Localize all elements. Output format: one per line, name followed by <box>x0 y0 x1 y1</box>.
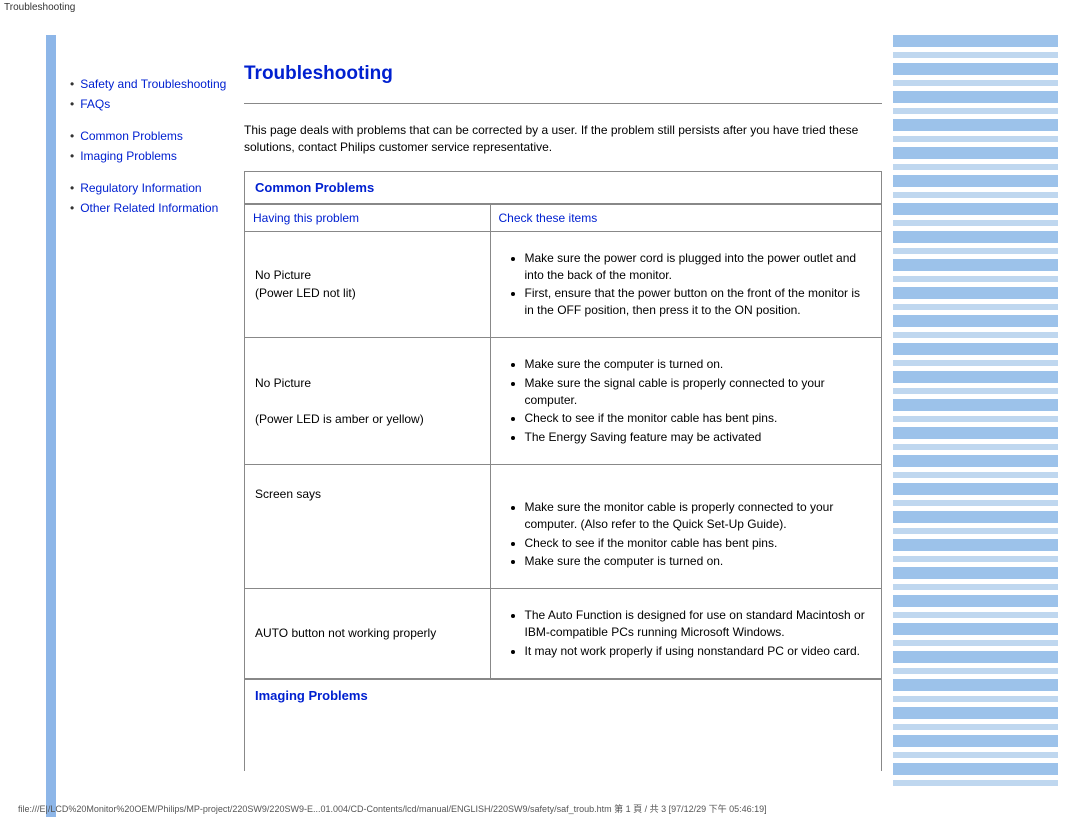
bullet-icon: • <box>70 95 74 113</box>
solution-cell: Make sure the monitor cable is properly … <box>490 464 881 588</box>
solution-cell: Make sure the power cord is plugged into… <box>490 231 881 337</box>
bullet-icon: • <box>70 147 74 165</box>
check-item: Check to see if the monitor cable has be… <box>525 535 872 552</box>
problem-cell: Screen says <box>245 464 490 588</box>
check-item: Make sure the computer is turned on. <box>525 356 872 373</box>
window-title: Troubleshooting <box>0 0 1080 15</box>
problem-line2: (Power LED is amber or yellow) <box>255 412 424 426</box>
bullet-icon: • <box>70 199 74 217</box>
right-decorative-stripes <box>893 35 1058 817</box>
table-row: No Picture (Power LED not lit) Make sure… <box>245 231 881 337</box>
section-title-common-problems: Common Problems <box>245 172 881 204</box>
problem-cell: No Picture (Power LED is amber or yellow… <box>245 337 490 464</box>
check-item: Make sure the signal cable is properly c… <box>525 375 872 409</box>
page: • Safety and Troubleshooting • FAQs • Co… <box>0 15 1080 817</box>
check-item: The Auto Function is designed for use on… <box>525 607 872 641</box>
col-check-items: Check these items <box>490 204 881 231</box>
problem-line1: AUTO button not working properly <box>255 626 436 640</box>
sidebar-item-safety[interactable]: • Safety and Troubleshooting <box>70 75 235 93</box>
sidebar-link[interactable]: Imaging Problems <box>80 147 177 165</box>
table-header-row: Having this problem Check these items <box>245 204 881 231</box>
check-list: Make sure the monitor cable is properly … <box>491 499 872 570</box>
check-list: Make sure the computer is turned on. Mak… <box>491 356 872 446</box>
intro-text: This page deals with problems that can b… <box>244 122 882 157</box>
footer-file-path: file:///E|/LCD%20Monitor%20OEM/Philips/M… <box>18 802 1068 815</box>
problem-line1: Screen says <box>255 487 321 501</box>
problem-line2: (Power LED not lit) <box>255 286 356 300</box>
sidebar-group: • Safety and Troubleshooting • FAQs <box>70 75 235 113</box>
check-item: First, ensure that the power button on t… <box>525 285 872 319</box>
main-content: Troubleshooting This page deals with pro… <box>244 63 882 771</box>
troubleshooting-table: Having this problem Check these items No… <box>245 204 881 679</box>
problem-cell: No Picture (Power LED not lit) <box>245 231 490 337</box>
sidebar-link[interactable]: Regulatory Information <box>80 179 201 197</box>
sidebar-link[interactable]: Safety and Troubleshooting <box>80 75 226 93</box>
table-row: Screen says Make sure the monitor cable … <box>245 464 881 588</box>
solution-cell: Make sure the computer is turned on. Mak… <box>490 337 881 464</box>
sidebar-link[interactable]: FAQs <box>80 95 110 113</box>
col-having-problem: Having this problem <box>245 204 490 231</box>
bullet-icon: • <box>70 127 74 145</box>
section-title-imaging-problems: Imaging Problems <box>245 679 881 711</box>
sidebar-group: • Common Problems • Imaging Problems <box>70 127 235 165</box>
bullet-icon: • <box>70 75 74 93</box>
check-item: It may not work properly if using nonsta… <box>525 643 872 660</box>
problem-line1: No Picture <box>255 376 311 390</box>
left-decorative-stripe <box>46 35 56 817</box>
check-item: The Energy Saving feature may be activat… <box>525 429 872 446</box>
sidebar-link[interactable]: Other Related Information <box>80 199 218 217</box>
check-item: Make sure the monitor cable is properly … <box>525 499 872 533</box>
table-row: No Picture (Power LED is amber or yellow… <box>245 337 881 464</box>
sidebar-group: • Regulatory Information • Other Related… <box>70 179 235 217</box>
solution-cell: The Auto Function is designed for use on… <box>490 589 881 678</box>
sidebar: • Safety and Troubleshooting • FAQs • Co… <box>70 75 235 231</box>
check-item: Check to see if the monitor cable has be… <box>525 410 872 427</box>
bullet-icon: • <box>70 179 74 197</box>
check-list: The Auto Function is designed for use on… <box>491 607 872 659</box>
section-open-bottom <box>244 711 882 771</box>
sidebar-item-faqs[interactable]: • FAQs <box>70 95 235 113</box>
check-list: Make sure the power cord is plugged into… <box>491 250 872 319</box>
problem-line1: No Picture <box>255 268 311 282</box>
sidebar-item-common-problems[interactable]: • Common Problems <box>70 127 235 145</box>
table-row: AUTO button not working properly The Aut… <box>245 589 881 678</box>
divider <box>244 103 882 104</box>
check-item: Make sure the computer is turned on. <box>525 553 872 570</box>
sidebar-item-regulatory[interactable]: • Regulatory Information <box>70 179 235 197</box>
common-problems-section: Common Problems Having this problem Chec… <box>244 171 882 711</box>
sidebar-item-other-related[interactable]: • Other Related Information <box>70 199 235 217</box>
sidebar-link[interactable]: Common Problems <box>80 127 183 145</box>
sidebar-item-imaging-problems[interactable]: • Imaging Problems <box>70 147 235 165</box>
problem-cell: AUTO button not working properly <box>245 589 490 678</box>
page-title: Troubleshooting <box>244 63 882 85</box>
check-item: Make sure the power cord is plugged into… <box>525 250 872 284</box>
